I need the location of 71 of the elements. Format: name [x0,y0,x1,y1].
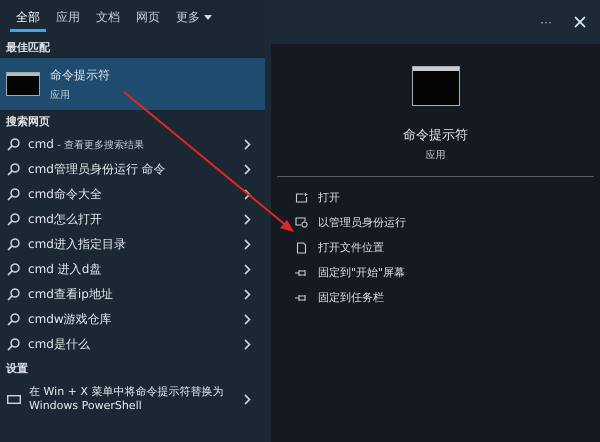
search-suggestion[interactable]: cmd 进入d盘 [0,257,265,282]
search-suggestion[interactable]: cmd管理员身份运行 命令 [0,157,265,182]
search-suggestion[interactable]: cmd进入指定目录 [0,232,265,257]
action-item[interactable]: 以管理员身份运行 [295,210,576,235]
action-item[interactable]: 固定到任务栏 [295,285,576,310]
search-icon [7,263,20,276]
chevron-icon [244,394,251,404]
close-icon[interactable] [574,16,586,28]
tab[interactable]: 文档 [90,6,126,32]
monitor-icon [7,394,21,404]
section-heading: 设置 [4,361,29,377]
search-icon [7,188,20,201]
suggestion-text: cmdw游戏仓库 [28,311,113,328]
open-window-icon [295,192,308,202]
chevron-icon [244,189,251,200]
more-options-button[interactable]: ··· [538,13,554,31]
suggestion-text: cmd查看ip地址 [28,286,114,303]
app-title: 命令提示符 [50,66,110,84]
suggestion-text: cmd - 查看更多搜索结果 [28,137,145,152]
suggestion-text: cmd命令大全 [28,186,103,203]
suggestion-text: cmd 进入d盘 [28,261,102,278]
search-suggestion[interactable]: cmd是什么 [0,332,265,357]
section-heading: 最佳匹配 [5,40,51,56]
pin-icon [295,268,308,276]
search-icon [7,213,20,226]
search-icon [7,138,20,151]
chevron-icon [244,339,251,350]
tab[interactable]: 更多 [170,6,218,32]
settings-item[interactable]: 在 Win + X 菜单中将命令提示符替换为 Windows PowerShell [0,379,265,419]
search-suggestion[interactable]: cmd命令大全 [0,182,265,207]
tab[interactable]: 网页 [130,6,166,32]
chevron-icon [244,264,251,275]
best-match-item[interactable]: 命令提示符 应用 [0,58,265,110]
suggestion-text: cmd怎么打开 [28,211,103,228]
app-type: 应用 [50,88,71,102]
search-icon [7,238,20,251]
search-icon [7,313,20,326]
search-suggestion[interactable]: cmdw游戏仓库 [0,307,265,332]
chevron-icon [244,164,251,175]
terminal-icon [412,66,460,106]
app-type: 应用 [426,148,446,162]
section-heading: 搜索网页 [4,114,51,130]
search-icon [7,163,20,176]
suggestion-text: cmd是什么 [28,336,91,353]
search-suggestion[interactable]: cmd查看ip地址 [0,282,265,307]
app-title: 命令提示符 [403,127,468,144]
action-item[interactable]: 固定到"开始"屏幕 [295,260,576,285]
suggestion-text: cmd进入指定目录 [28,236,127,253]
tab[interactable]: 全部 [10,6,46,32]
search-suggestion[interactable]: cmd - 查看更多搜索结果 [0,132,265,157]
chevron-icon [244,139,251,150]
search-icon [7,338,20,351]
tab[interactable]: 应用 [50,6,86,32]
terminal-icon [6,72,40,96]
action-label: 以管理员身份运行 [318,215,406,230]
chevron-icon [244,239,251,250]
suggestion-text: cmd管理员身份运行 命令 [28,161,167,178]
pin-icon [295,294,308,302]
search-icon [7,288,20,301]
action-label: 固定到任务栏 [318,290,384,305]
action-label: 固定到"开始"屏幕 [318,265,406,280]
action-item[interactable]: 打开 [295,185,576,210]
action-item[interactable]: 打开文件位置 [295,235,576,260]
chevron-icon [244,314,251,325]
chevron-icon [244,214,251,225]
action-label: 打开 [318,190,340,205]
file-icon [295,242,308,254]
search-suggestion[interactable]: cmd怎么打开 [0,207,265,232]
settings-text: 在 Win + X 菜单中将命令提示符替换为 Windows PowerShell [29,385,224,413]
chevron-icon [244,289,251,300]
action-label: 打开文件位置 [318,240,384,255]
